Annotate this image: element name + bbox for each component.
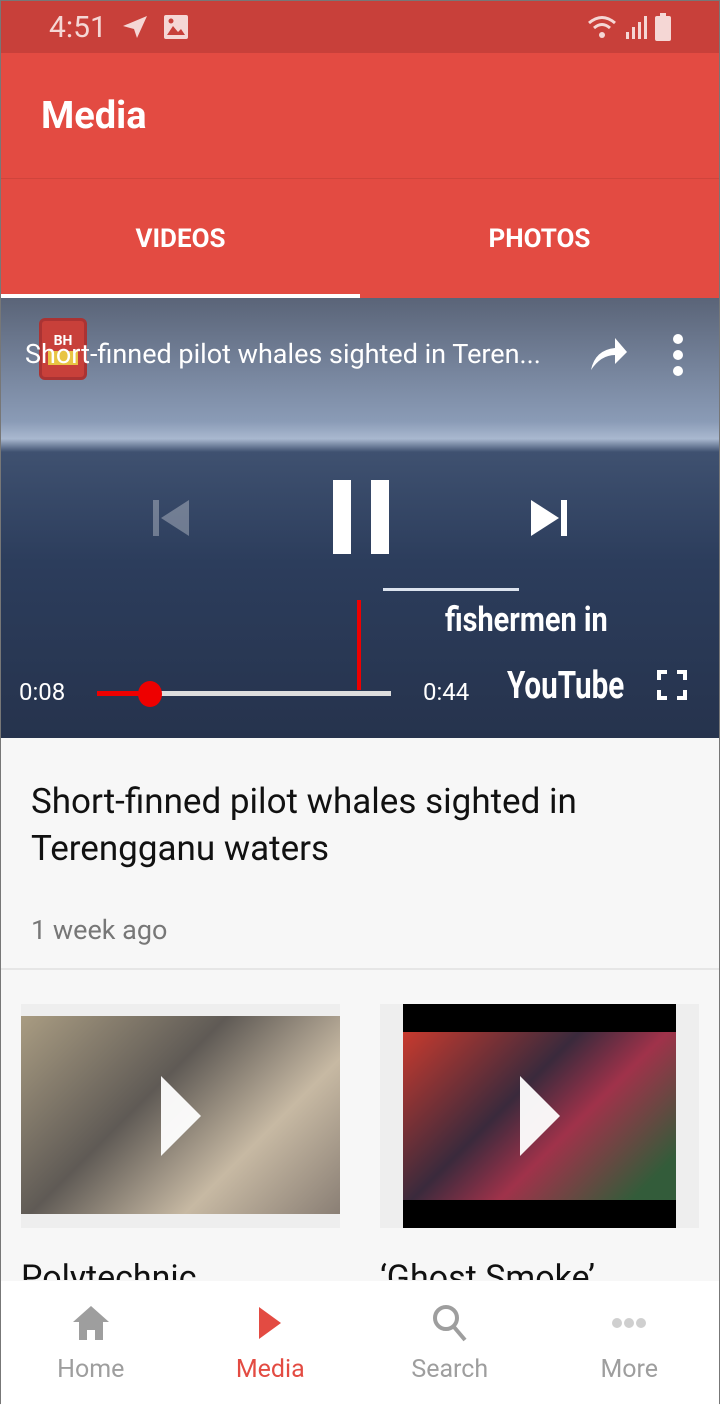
video-thumbnail[interactable] (380, 1004, 699, 1228)
featured-video-info[interactable]: Short-finned pilot whales sighted in Ter… (1, 738, 719, 970)
search-icon (432, 1304, 467, 1341)
seek-bar[interactable] (97, 681, 391, 707)
featured-headline[interactable]: Short-finned pilot whales sighted in Ter… (31, 778, 689, 872)
nav-media-label: Media (235, 1354, 305, 1384)
nav-home[interactable]: Home (1, 1281, 181, 1405)
nav-more[interactable]: More (540, 1281, 720, 1405)
nav-search-label: Search (411, 1354, 489, 1384)
wifi-icon (588, 16, 616, 38)
status-time: 4:51 (49, 9, 107, 45)
video-title[interactable]: Short-finned pilot whales sighted in Ter… (25, 338, 541, 370)
video-grid: Polytechnic ‘Ghost Smoke’ (1, 970, 719, 1280)
nav-home-label: Home (57, 1354, 125, 1384)
nav-media[interactable]: Media (181, 1281, 361, 1405)
video-player[interactable]: BH Short-finned pilot whales sighted in … (1, 298, 719, 738)
more-icon (612, 1317, 647, 1328)
seek-thumb[interactable] (137, 681, 162, 707)
more-options-icon[interactable] (673, 334, 683, 376)
video-card-title[interactable]: ‘Ghost Smoke’ (380, 1258, 699, 1280)
next-icon[interactable] (529, 498, 569, 538)
nav-search[interactable]: Search (360, 1281, 540, 1405)
caption-marker (357, 600, 361, 690)
share-icon[interactable] (589, 336, 629, 372)
play-icon (259, 1306, 282, 1339)
previous-icon[interactable] (151, 498, 191, 538)
total-time: 0:44 (423, 678, 470, 706)
video-thumbnail[interactable] (21, 1004, 340, 1228)
play-icon (160, 1076, 201, 1156)
app-bar: Media (1, 53, 719, 178)
gallery-icon (163, 15, 188, 39)
telegram-icon (122, 16, 147, 38)
home-icon (72, 1305, 109, 1340)
play-icon (519, 1076, 560, 1156)
caption-line (383, 588, 519, 591)
status-bar: 4:51 (1, 1, 719, 53)
page-title: Media (41, 93, 147, 138)
battery-icon (655, 13, 671, 41)
current-time: 0:08 (19, 678, 66, 706)
tab-bar: VIDEOS PHOTOS (1, 178, 719, 298)
signal-icon (626, 16, 647, 39)
youtube-logo[interactable]: YouTube (507, 664, 624, 708)
video-card[interactable]: ‘Ghost Smoke’ (380, 1004, 699, 1280)
pause-button[interactable] (333, 480, 389, 554)
video-card-title[interactable]: Polytechnic (21, 1258, 340, 1280)
tab-videos[interactable]: VIDEOS (1, 179, 360, 298)
video-caption: fishermen in (445, 600, 608, 640)
nav-more-label: More (600, 1354, 659, 1384)
fullscreen-icon[interactable] (657, 670, 687, 700)
bottom-nav: Home Media Search More (1, 1281, 719, 1405)
tab-photos[interactable]: PHOTOS (360, 179, 719, 298)
video-card[interactable]: Polytechnic (21, 1004, 340, 1280)
featured-age: 1 week ago (31, 914, 168, 946)
